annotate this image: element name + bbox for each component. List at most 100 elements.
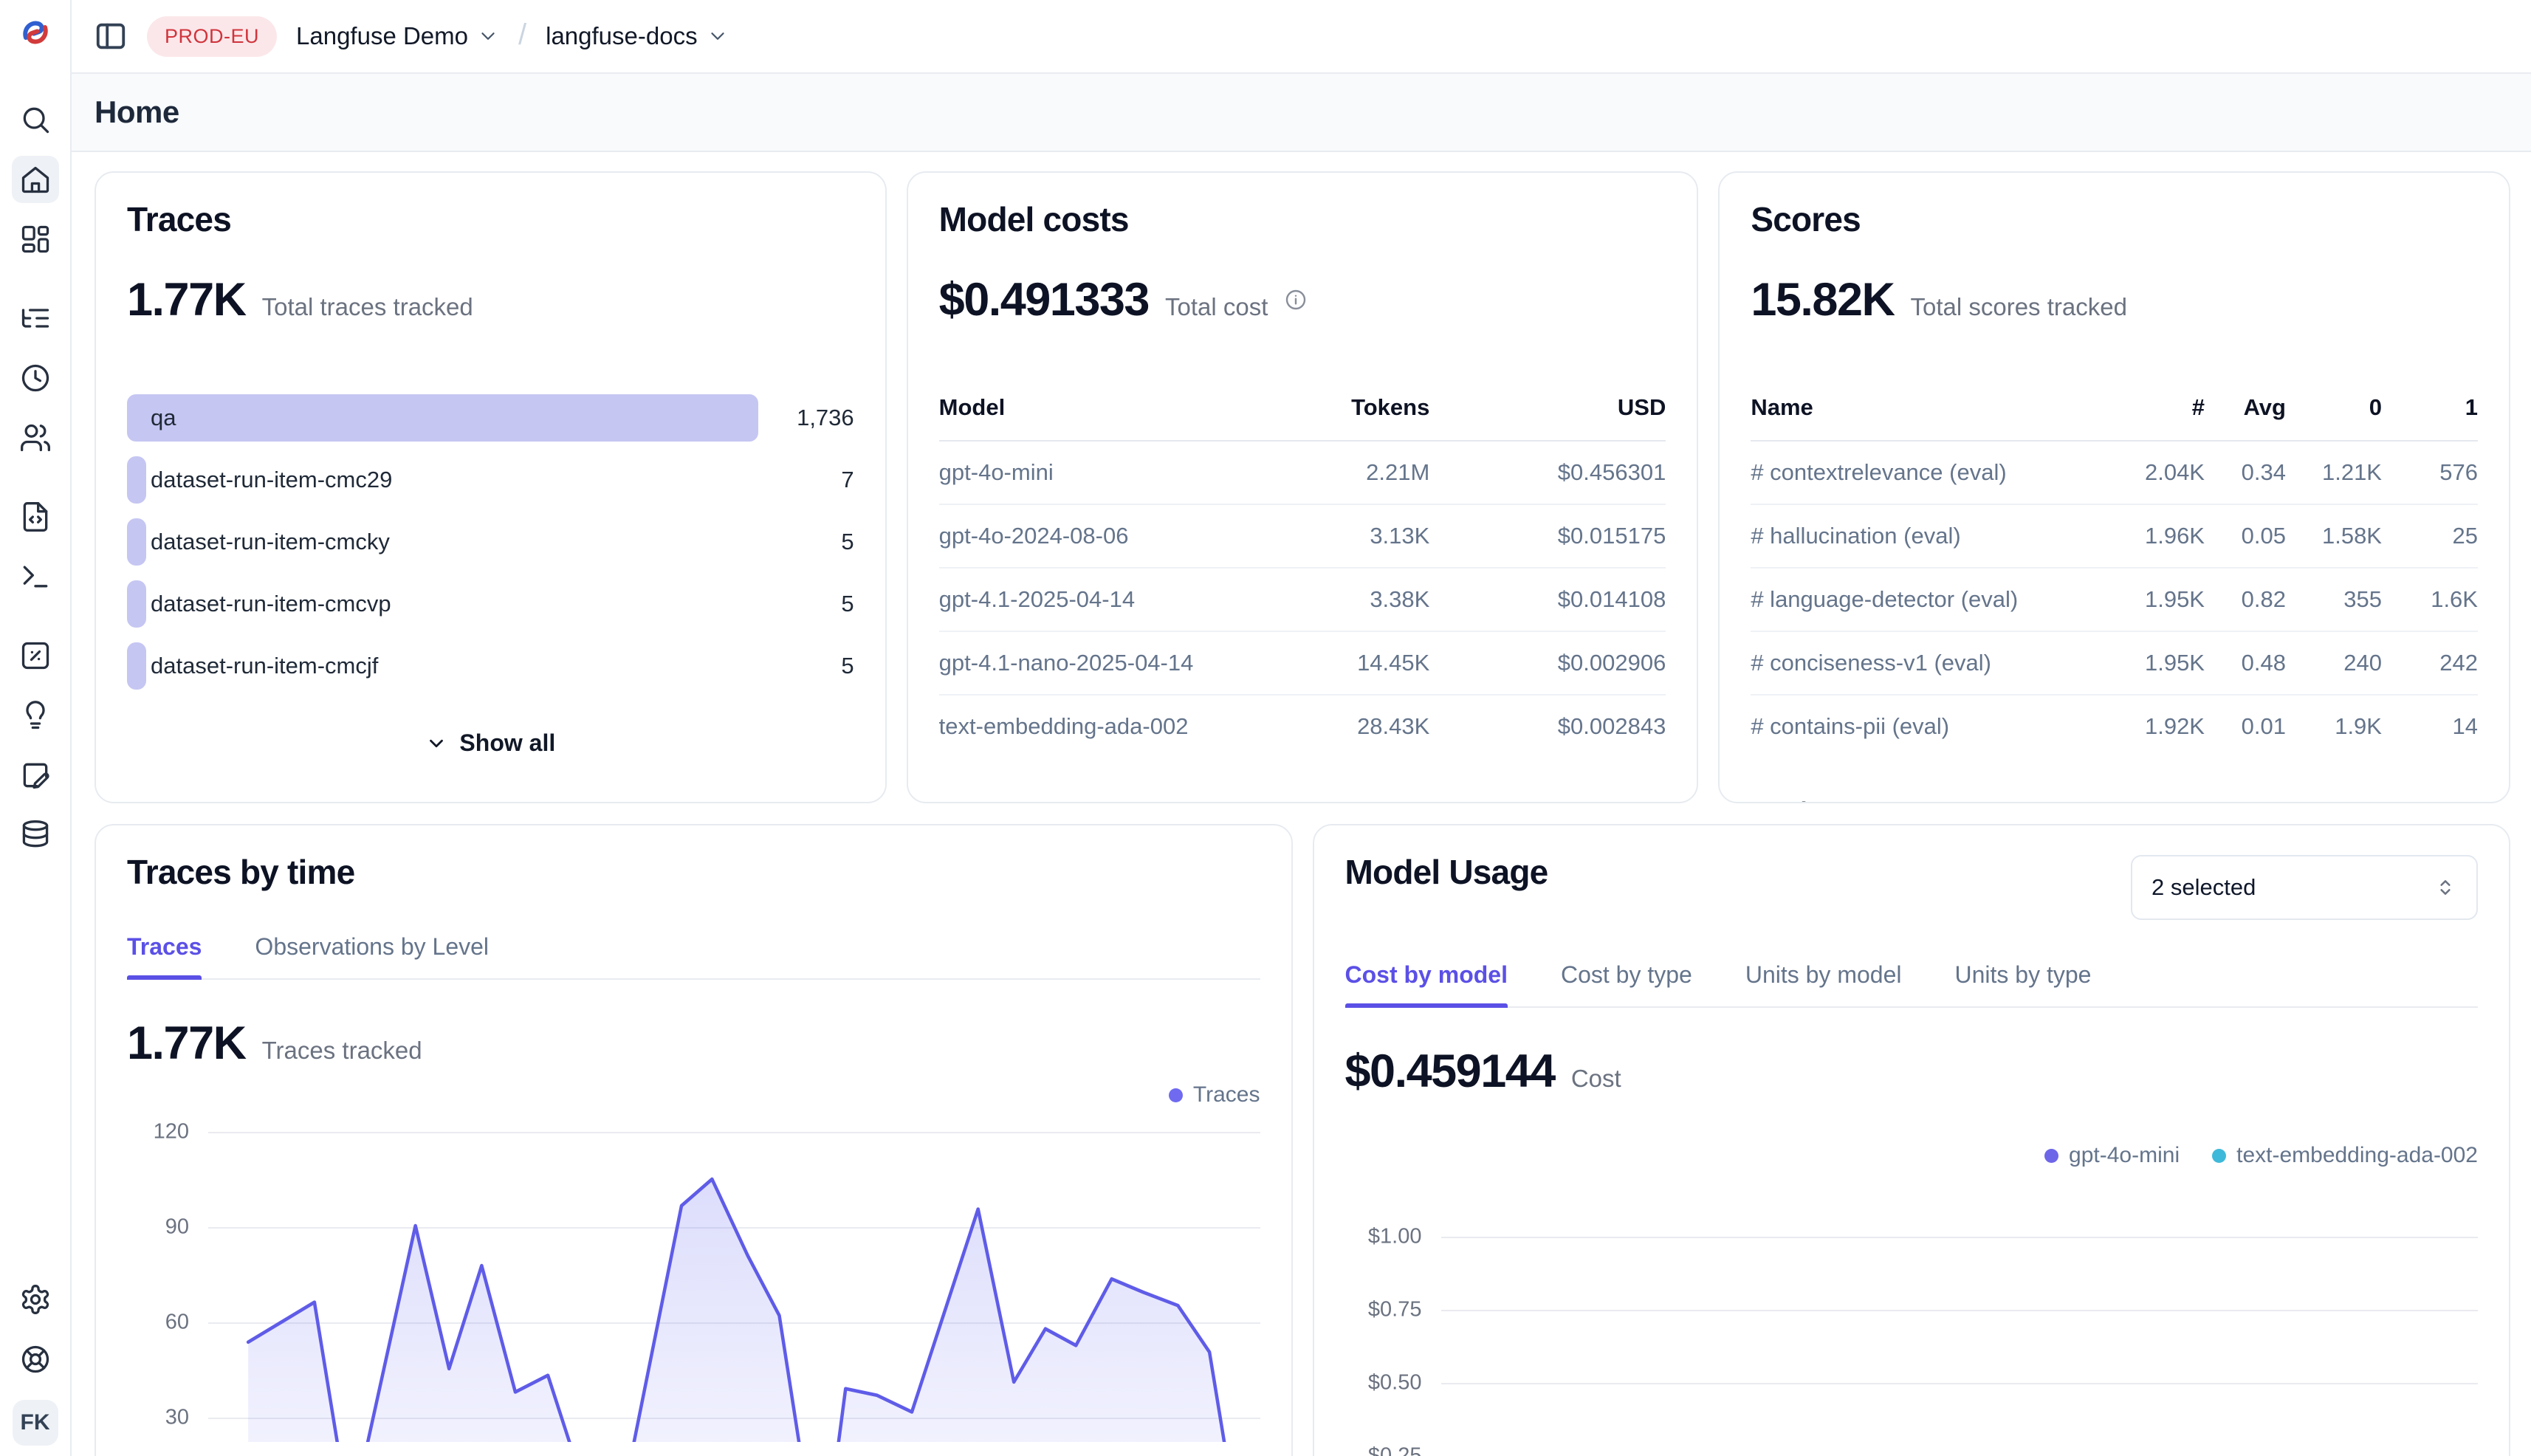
- show-top-20-button[interactable]: Show top 20: [1751, 797, 1923, 803]
- card-title: Model costs: [939, 199, 1666, 239]
- table-row: text-embedding-ada-00228.43K$0.002843: [939, 696, 1666, 758]
- metric-value: 15.82K: [1751, 273, 1894, 326]
- settings-button[interactable]: [12, 1276, 59, 1323]
- cost-table-header: ModelTokensUSD: [939, 394, 1666, 442]
- model-usage-card: Model Usage 2 selected Cost by modelCost…: [1313, 824, 2511, 1456]
- trace-bar-row: dataset-run-item-cmcvp5: [127, 580, 854, 628]
- database-icon: [19, 819, 52, 851]
- column-header: Tokens: [1252, 394, 1429, 421]
- sidebar-item-datasets[interactable]: [12, 811, 59, 859]
- sidebar-toggle-button[interactable]: [94, 19, 128, 53]
- cell-value: 576: [2382, 459, 2478, 486]
- chevrons-up-down-icon: [2434, 876, 2457, 899]
- top-card-row: Traces 1.77K Total traces tracked qa1,73…: [95, 171, 2510, 803]
- table-row: # contains-pii (eval)1.92K0.011.9K14: [1751, 696, 2478, 758]
- cell-value: 355: [2286, 586, 2382, 613]
- traces-card: Traces 1.77K Total traces tracked qa1,73…: [95, 171, 887, 803]
- tab-traces[interactable]: Traces: [127, 933, 202, 978]
- org-selector[interactable]: Langfuse Demo: [296, 22, 499, 50]
- y-axis-label: $0.25: [1368, 1444, 1422, 1456]
- cell-value: 14: [2382, 713, 2478, 740]
- tab-observations-by-level[interactable]: Observations by Level: [255, 933, 489, 978]
- project-name: langfuse-docs: [546, 22, 697, 50]
- table-row: gpt-4o-mini2.21M$0.456301: [939, 442, 1666, 505]
- support-button[interactable]: [12, 1336, 59, 1383]
- sidebar-item-tracing[interactable]: [12, 295, 59, 342]
- traces-by-time-legend: Traces: [127, 1080, 1260, 1110]
- sidebar-item-home[interactable]: [12, 156, 59, 203]
- file-code-icon: [19, 501, 52, 533]
- sidebar-item-annotation-queues[interactable]: [12, 752, 59, 799]
- show-all-button[interactable]: Show all: [127, 729, 854, 757]
- trace-bar-area: dataset-run-item-cmcjf: [127, 642, 758, 690]
- cell-name: text-embedding-ada-002: [939, 713, 1253, 740]
- cell-value: 2.04K: [2094, 459, 2205, 486]
- info-icon[interactable]: [1284, 288, 1308, 312]
- cell-value: 1.58K: [2286, 523, 2382, 549]
- trace-bar-label: dataset-run-item-cmcjf: [151, 653, 378, 679]
- environment-badge[interactable]: PROD-EU: [147, 16, 277, 57]
- sidebar-item-users[interactable]: [12, 414, 59, 461]
- tab-cost-by-model[interactable]: Cost by model: [1345, 961, 1508, 1006]
- gridline: [1441, 1310, 2479, 1311]
- model-select-dropdown[interactable]: 2 selected: [2131, 855, 2478, 920]
- y-axis-label: 60: [165, 1311, 189, 1335]
- table-row: # language-detector (eval)1.95K0.823551.…: [1751, 569, 2478, 632]
- cell-value: 1.92K: [2094, 713, 2205, 740]
- clipboard-pen-icon: [19, 759, 52, 791]
- legend-dot: [2044, 1149, 2058, 1163]
- legend-item: text-embedding-ada-002: [2212, 1143, 2478, 1168]
- column-header: #: [2094, 394, 2205, 421]
- column-header: Avg: [2205, 394, 2286, 421]
- sidebar-nav: [12, 96, 59, 871]
- tab-units-by-model[interactable]: Units by model: [1745, 961, 1902, 1006]
- cell-value: 14.45K: [1252, 650, 1429, 676]
- cell-value: 28.43K: [1252, 713, 1429, 740]
- project-selector[interactable]: langfuse-docs: [546, 22, 728, 50]
- trace-bar-count: 5: [758, 591, 854, 617]
- cell-value: 0.48: [2205, 650, 2286, 676]
- sidebar-item-playground[interactable]: [12, 553, 59, 600]
- tab-cost-by-type[interactable]: Cost by type: [1561, 961, 1692, 1006]
- trace-bar: [127, 518, 146, 566]
- cell-value: 0.34: [2205, 459, 2286, 486]
- sidebar-item-search[interactable]: [12, 96, 59, 143]
- legend-item: Traces: [1169, 1082, 1260, 1108]
- cell-value: 1.9K: [2286, 713, 2382, 740]
- sidebar-item-prompts[interactable]: [12, 493, 59, 540]
- cell-value: $0.014108: [1429, 586, 1666, 613]
- tab-units-by-type[interactable]: Units by type: [1954, 961, 2091, 1006]
- column-header: USD: [1429, 394, 1666, 421]
- terminal-icon: [19, 560, 52, 593]
- cell-value: 0.05: [2205, 523, 2286, 549]
- model-usage-legend: gpt-4o-mini text-embedding-ada-002: [1345, 1141, 2479, 1170]
- metric-value: $0.491333: [939, 273, 1149, 326]
- trace-bar-count: 1,736: [758, 405, 854, 431]
- metric-label: Traces tracked: [262, 1037, 422, 1065]
- y-axis-label: 90: [165, 1215, 189, 1240]
- user-avatar[interactable]: FK: [13, 1400, 58, 1446]
- langfuse-logo[interactable]: [18, 15, 53, 50]
- column-header: 0: [2286, 394, 2382, 421]
- cell-value: 3.38K: [1252, 586, 1429, 613]
- legend-label: text-embedding-ada-002: [2236, 1143, 2478, 1168]
- legend-label: gpt-4o-mini: [2069, 1143, 2180, 1168]
- traces-by-time-card: Traces by time TracesObservations by Lev…: [95, 824, 1293, 1456]
- show-top-label: Show top 20: [1785, 797, 1923, 803]
- column-header: 1: [2382, 394, 2478, 421]
- sidebar-item-sessions[interactable]: [12, 354, 59, 402]
- sidebar-item-annotation[interactable]: [12, 692, 59, 739]
- cell-value: 25: [2382, 523, 2478, 549]
- trace-tree-icon: [19, 302, 52, 334]
- metric-label: Total scores tracked: [1910, 293, 2126, 321]
- y-axis-label: $0.75: [1368, 1298, 1422, 1322]
- sidebar-item-evaluation[interactable]: [12, 632, 59, 679]
- legend-dot: [1169, 1088, 1183, 1102]
- trace-bar-count: 7: [758, 467, 854, 493]
- trace-bar-area: dataset-run-item-cmc29: [127, 456, 758, 504]
- sidebar-item-dashboards[interactable]: [12, 216, 59, 263]
- trace-bar-row: dataset-run-item-cmcjf5: [127, 642, 854, 690]
- metric-label: Cost: [1571, 1065, 1621, 1093]
- gear-icon: [19, 1283, 52, 1316]
- cell-name: # language-detector (eval): [1751, 586, 2094, 613]
